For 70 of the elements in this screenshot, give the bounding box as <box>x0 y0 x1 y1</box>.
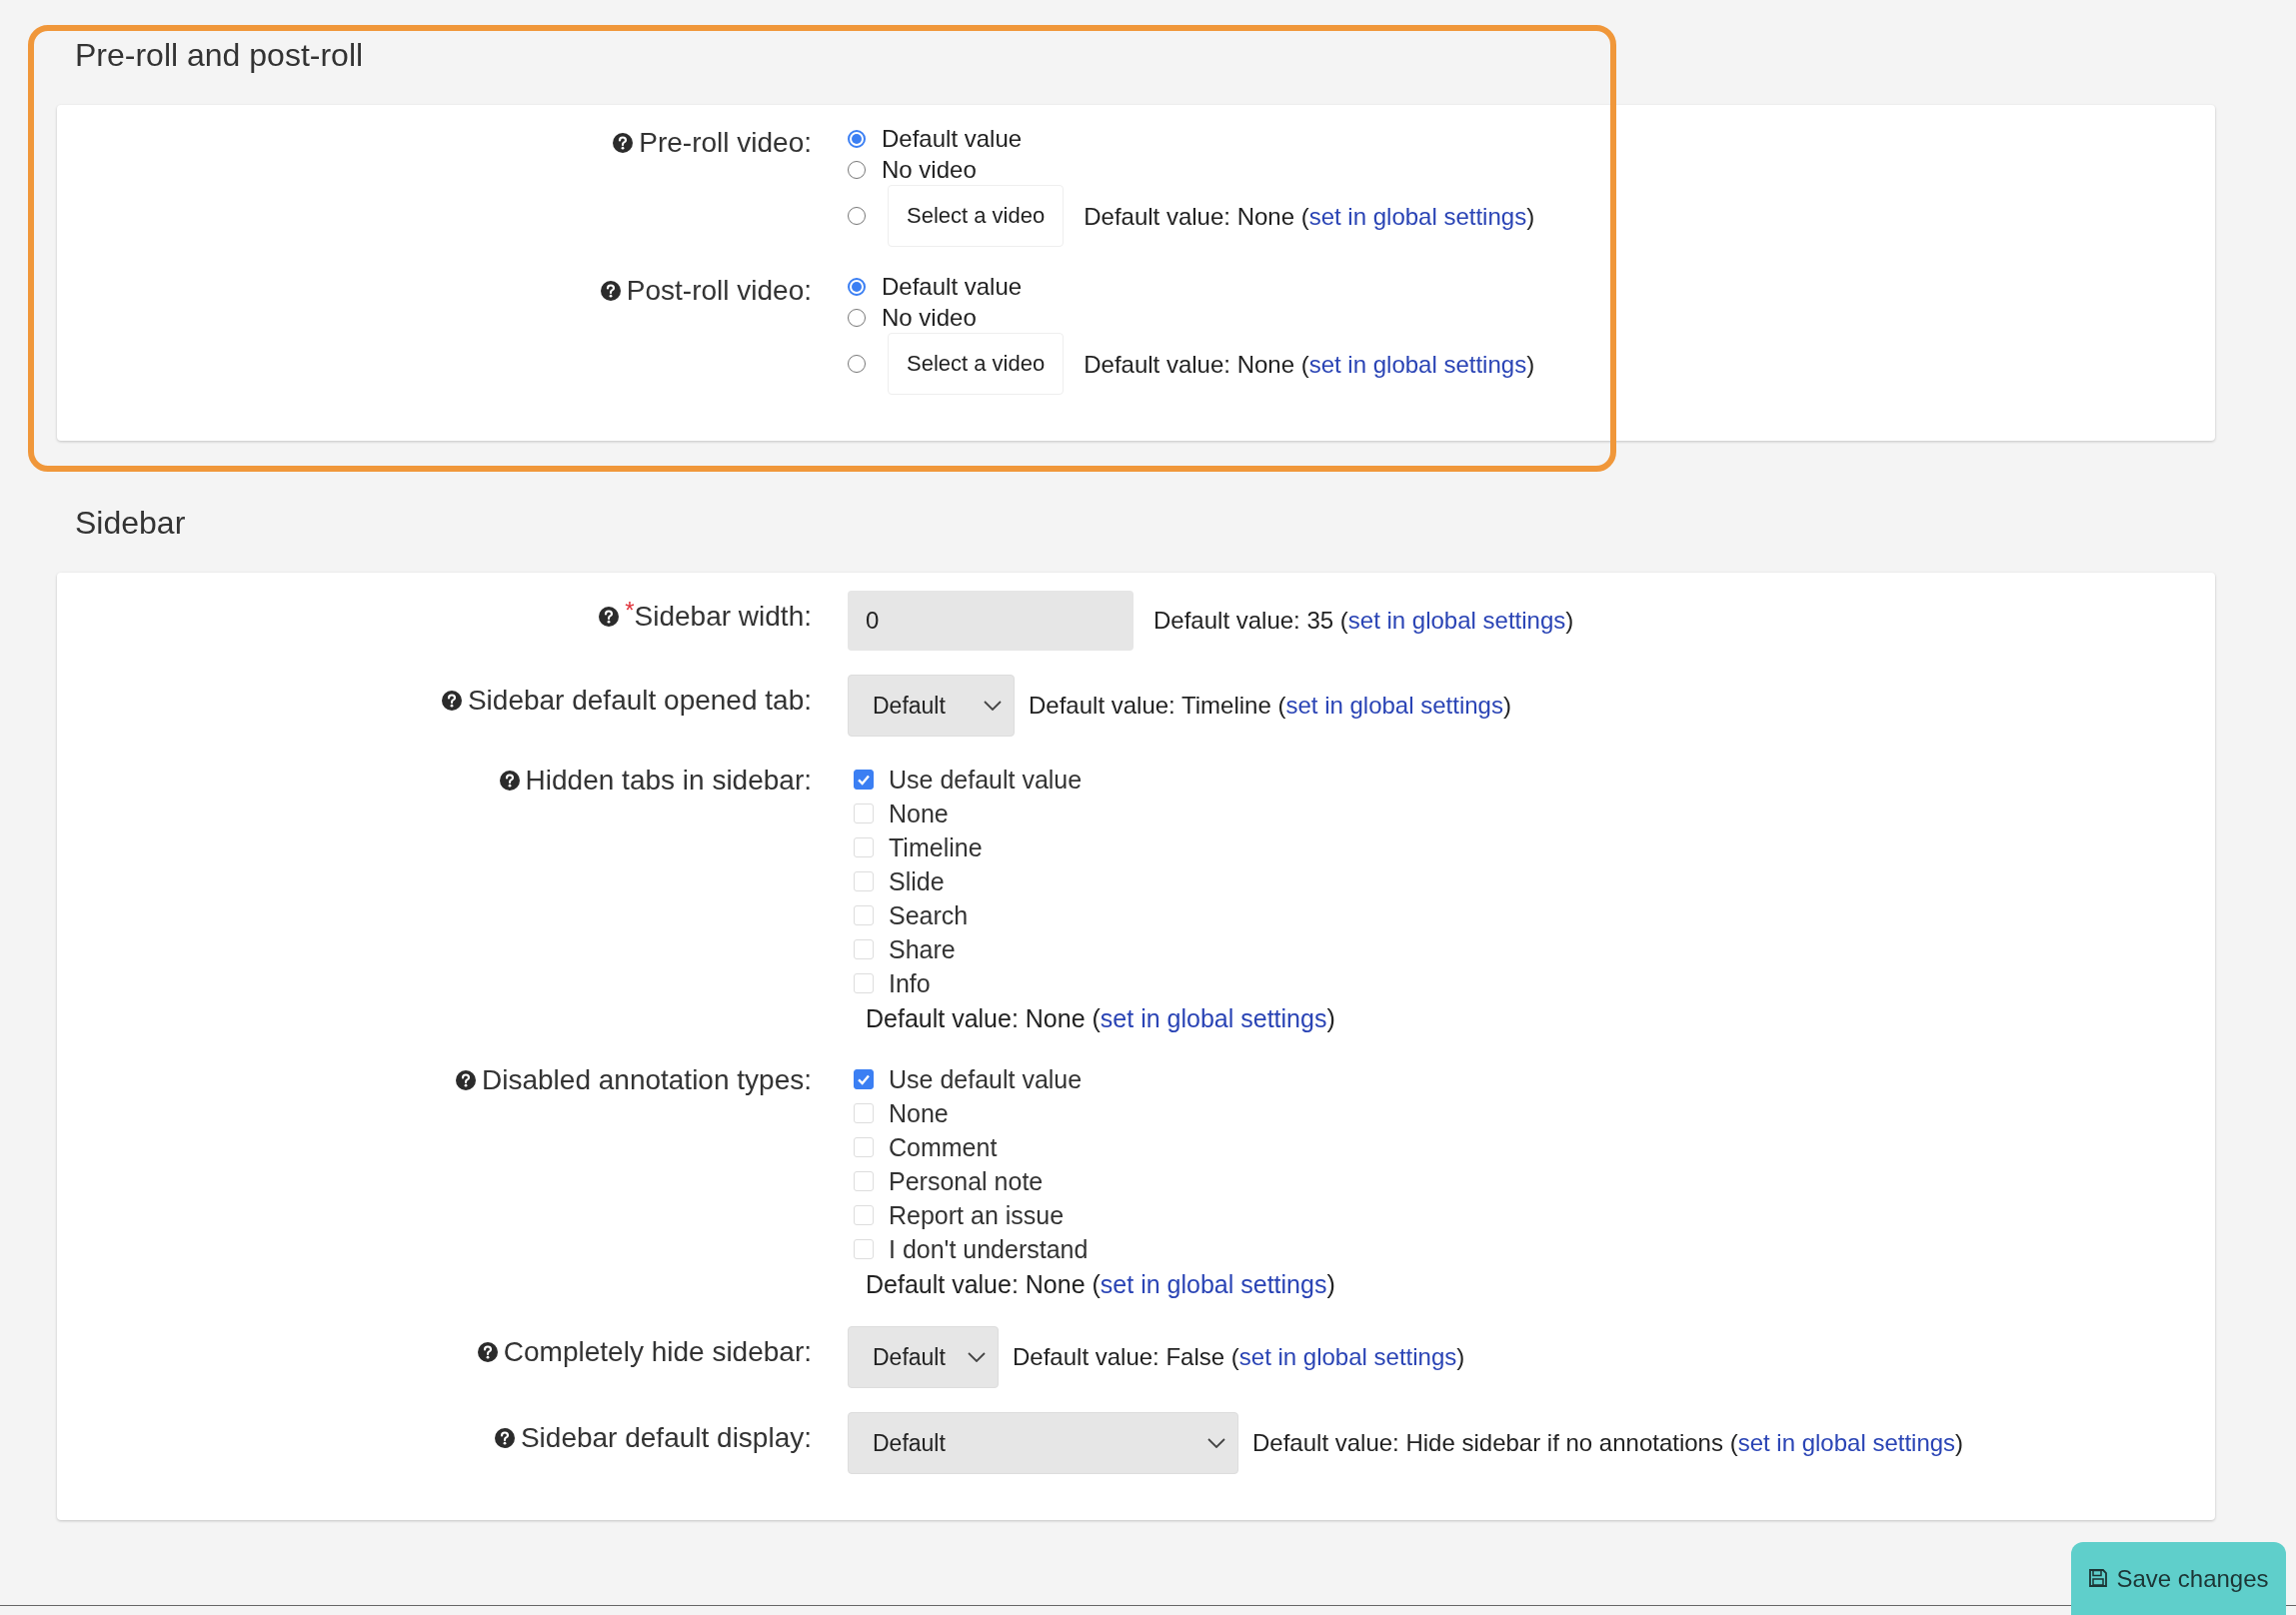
global-settings-link[interactable]: set in global settings <box>1347 607 1566 634</box>
section-title: Sidebar <box>75 504 186 543</box>
default-value-note: Default value: None (set in global settings) <box>865 1003 1336 1034</box>
select-video-button[interactable]: Select a video <box>888 185 1065 247</box>
global-settings-link[interactable]: set in global settings <box>1100 1004 1327 1032</box>
default-value-note: Default value: None (set in global settings) <box>1084 201 1535 232</box>
option-label: Timeline <box>889 832 983 863</box>
default-value-note: Default value: Timeline (set in global settings) <box>1029 692 1511 720</box>
select-dropdown[interactable]: Default <box>848 1326 999 1388</box>
global-settings-link[interactable]: set in global settings <box>1238 1343 1457 1370</box>
option-label: Use default value <box>889 1064 1083 1095</box>
option-label: None <box>889 799 949 829</box>
field-label: Hidden tabs in sidebar: <box>525 764 812 798</box>
help-icon[interactable] <box>600 281 621 301</box>
option-label: No video <box>882 303 977 333</box>
default-value-note: Default value: 35 (set in global settings) <box>1153 607 1574 635</box>
caret-icon <box>1207 1438 1225 1448</box>
field-label: Sidebar width: <box>634 600 812 634</box>
select-video-button[interactable]: Select a video <box>888 333 1065 395</box>
option-label: No video <box>882 155 977 185</box>
option-label: Search <box>889 900 969 931</box>
caret-icon <box>968 1352 986 1362</box>
field-label: Completely hide sidebar: <box>503 1335 812 1369</box>
field-label: Post-roll video: <box>626 274 812 308</box>
default-value-note: Default value: None (set in global settings) <box>865 1269 1336 1300</box>
help-icon[interactable] <box>456 1070 476 1090</box>
global-settings-link[interactable]: set in global settings <box>1737 1429 1956 1456</box>
global-settings-link[interactable]: set in global settings <box>1308 350 1527 378</box>
global-settings-link[interactable]: set in global settings <box>1285 692 1503 719</box>
option-label: None <box>889 1098 949 1129</box>
radio-button[interactable] <box>848 129 866 148</box>
global-settings-link[interactable]: set in global settings <box>1100 1270 1327 1298</box>
option-label: Share <box>889 934 956 965</box>
option-label: Default value <box>882 272 1023 302</box>
save-button[interactable]: Save changes <box>2071 1542 2286 1615</box>
radio-button[interactable] <box>848 308 866 327</box>
field-label: Sidebar default display: <box>520 1421 812 1455</box>
option-label: Default value <box>882 124 1023 154</box>
radio-button[interactable] <box>848 355 866 373</box>
help-icon[interactable] <box>477 1342 498 1362</box>
width-input-field[interactable]: 0 <box>848 591 1134 651</box>
radio-button[interactable] <box>848 207 866 225</box>
field-label: Pre-roll video: <box>639 126 812 160</box>
default-value-note: Default value: None (set in global settings) <box>1084 349 1535 380</box>
default-value-note: Default value: Hide sidebar if no annotations (set in global settings) <box>1252 1429 1964 1457</box>
checkbox[interactable] <box>854 770 874 790</box>
section-title: Pre-roll and post-roll <box>75 36 364 75</box>
required-asterisk: * <box>625 597 635 625</box>
option-label: Slide <box>889 866 945 897</box>
default-value-note: Default value: False (set in global settings) <box>1013 1343 1465 1371</box>
caret-icon <box>984 701 1002 711</box>
help-icon[interactable] <box>499 771 520 791</box>
help-icon[interactable] <box>441 691 462 711</box>
field-label: Disabled annotation types: <box>482 1063 812 1097</box>
help-icon[interactable] <box>494 1428 515 1448</box>
select-dropdown[interactable]: Default <box>848 675 1015 737</box>
help-icon[interactable] <box>599 607 620 627</box>
option-label: Info <box>889 968 931 999</box>
global-settings-link[interactable]: set in global settings <box>1308 202 1527 230</box>
option-label: Comment <box>889 1132 998 1163</box>
field-label: Sidebar default opened tab: <box>467 684 812 718</box>
option-label: Personal note <box>889 1166 1044 1197</box>
checkbox[interactable] <box>854 1069 874 1089</box>
select-dropdown[interactable]: Default <box>848 1412 1238 1474</box>
radio-button[interactable] <box>848 277 866 296</box>
option-label: Use default value <box>889 765 1083 796</box>
option-label: I don't understand <box>889 1234 1089 1265</box>
help-icon[interactable] <box>613 133 634 153</box>
radio-button[interactable] <box>848 160 866 179</box>
option-label: Report an issue <box>889 1200 1065 1231</box>
